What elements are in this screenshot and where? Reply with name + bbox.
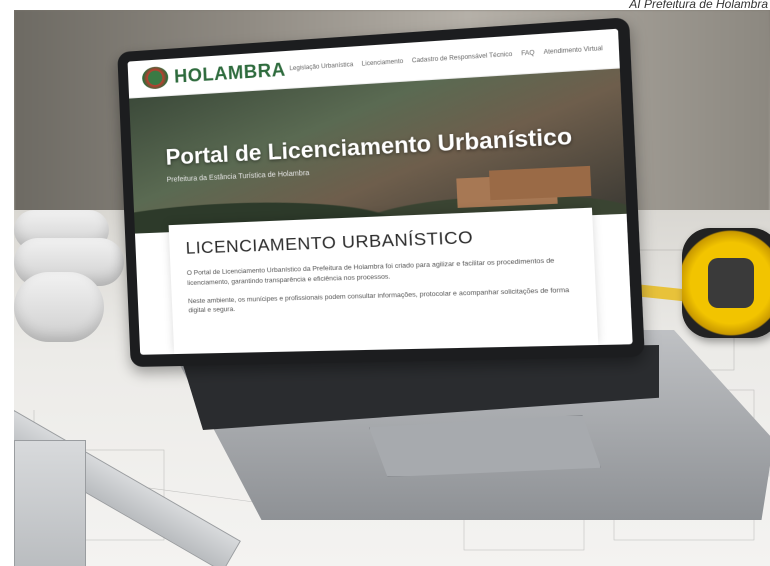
tape-measure-window (708, 258, 754, 308)
card-paragraph: O Portal de Licenciamento Urbanístico da… (186, 257, 555, 287)
laptop-screen-bezel: HOLAMBRA Legislação Urbanística Licencia… (117, 17, 645, 368)
metal-ruler (14, 440, 86, 566)
nav-link[interactable]: FAQ (521, 50, 535, 57)
tape-measure (682, 228, 770, 338)
content-card: LICENCIAMENTO URBANÍSTICO O Portal de Li… (168, 207, 599, 355)
nav-link[interactable]: Atendimento Virtual (543, 46, 603, 56)
nav-link[interactable]: Cadastro de Responsável Técnico (412, 52, 513, 65)
card-paragraph: Neste ambiente, os munícipes e profissio… (187, 286, 570, 315)
hero-buildings (489, 165, 592, 201)
laptop-screen: HOLAMBRA Legislação Urbanística Licencia… (127, 28, 633, 355)
nav-link[interactable]: Licenciamento (362, 59, 404, 68)
logo-text: HOLAMBRA (173, 58, 287, 87)
blueprint-roll (14, 272, 104, 342)
city-seal-icon (141, 65, 169, 90)
card-heading: LICENCIAMENTO URBANÍSTICO (185, 227, 474, 258)
photo: HOLAMBRA Legislação Urbanística Licencia… (14, 10, 770, 566)
nav-links: Legislação Urbanística Licenciamento Cad… (289, 46, 603, 72)
nav-link[interactable]: Legislação Urbanística (289, 62, 353, 72)
site-logo[interactable]: HOLAMBRA (141, 58, 287, 90)
